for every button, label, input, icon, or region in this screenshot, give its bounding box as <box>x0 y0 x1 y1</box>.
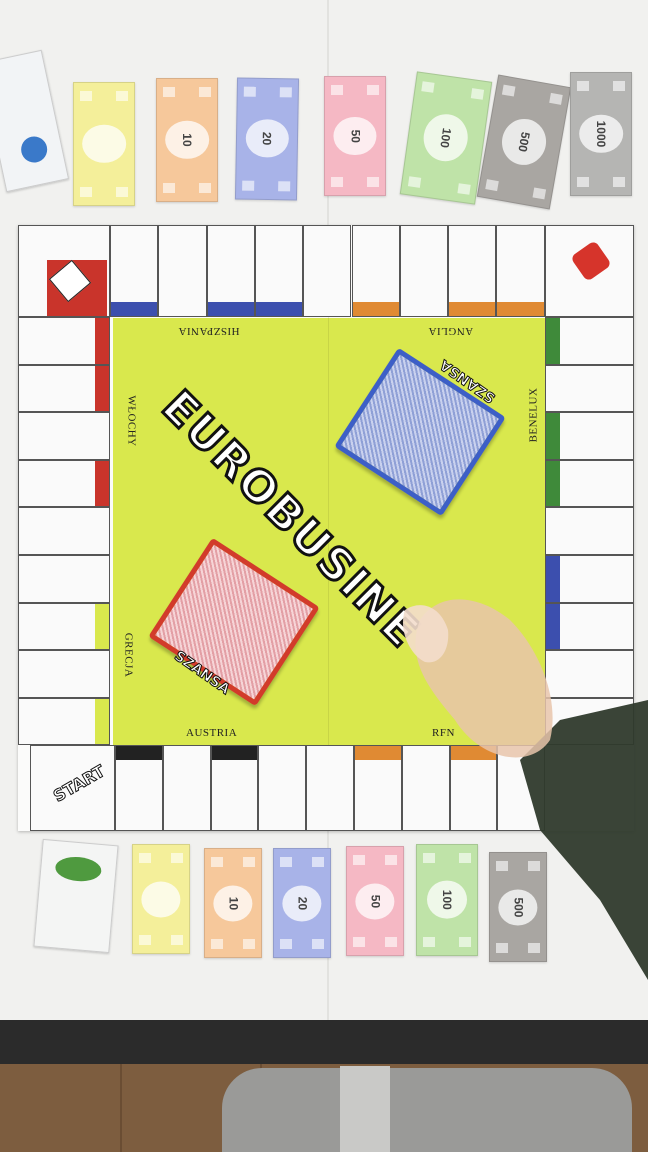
banknote-corner <box>199 87 211 97</box>
banknote-corner <box>385 855 397 865</box>
banknote-corner <box>459 937 471 947</box>
banknote-corner <box>312 857 324 867</box>
banknote[interactable]: 10 <box>204 848 262 958</box>
banknote-corner <box>496 861 508 871</box>
banknote-corner <box>549 92 563 105</box>
banknote-corner <box>243 939 255 949</box>
banknote-corner <box>353 937 365 947</box>
banknote-corner <box>171 853 183 863</box>
photo-scene: START ? ? ? ? ? ? P HISZPANIA ANGLIA WŁO… <box>0 0 648 1152</box>
banknote[interactable]: 100 <box>416 844 478 956</box>
banknote-corner <box>577 177 589 187</box>
banknote-corner <box>312 939 324 949</box>
banknote-value: 10 <box>165 120 209 160</box>
banknote[interactable]: 50 <box>346 846 404 956</box>
banknote-value: 100 <box>420 111 472 165</box>
banknote[interactable] <box>73 82 135 206</box>
banknote-value <box>82 124 126 164</box>
banknote-corner <box>80 187 92 197</box>
banknote-corner <box>280 939 292 949</box>
banknote[interactable]: 1000 <box>570 72 632 196</box>
banknote-corner <box>496 943 508 953</box>
banknote-value: 500 <box>498 889 538 925</box>
banknote-corner <box>331 177 343 187</box>
banknote-corner <box>423 853 435 863</box>
banknote-corner <box>139 935 151 945</box>
banknote-corner <box>485 179 499 192</box>
banknote-corner <box>613 177 625 187</box>
banknote-value: 50 <box>333 116 377 156</box>
banknote-corner <box>470 88 485 100</box>
banknote-corner <box>353 855 365 865</box>
banknote-corner <box>385 937 397 947</box>
banknote[interactable]: 20 <box>234 77 300 201</box>
banknote-corner <box>457 183 471 195</box>
banknote-corner <box>528 943 540 953</box>
banknote-corner <box>199 183 211 193</box>
banknote-corner <box>280 857 292 867</box>
banknote-corner <box>163 183 175 193</box>
banknote-corner <box>407 176 422 188</box>
banknote[interactable]: 20 <box>273 848 331 958</box>
banknote-corner <box>242 180 255 191</box>
banknote-corner <box>367 85 379 95</box>
banknote-value: 10 <box>213 885 253 921</box>
banknote-value: 500 <box>498 115 550 169</box>
banknote-corner <box>279 87 292 98</box>
banknote[interactable] <box>132 844 190 954</box>
banknote-corner <box>278 181 291 192</box>
banknote-corner <box>171 935 183 945</box>
banknote-value: 20 <box>245 119 289 159</box>
banknote-corner <box>243 86 256 97</box>
banknote-corner <box>211 939 223 949</box>
banknote[interactable]: 10 <box>156 78 218 202</box>
banknote-value: 20 <box>282 885 322 921</box>
banknote-corner <box>331 85 343 95</box>
banknote-value <box>141 881 181 917</box>
banknote-corner <box>613 81 625 91</box>
banknote-corner <box>163 87 175 97</box>
banknote-corner <box>459 853 471 863</box>
banknote-corner <box>421 81 435 93</box>
banknote-value: 50 <box>355 883 395 919</box>
banknote-value: 1000 <box>579 114 623 154</box>
banknote-corner <box>423 937 435 947</box>
banknote-corner <box>528 861 540 871</box>
banknote-corner <box>80 91 92 101</box>
banknote-corner <box>577 81 589 91</box>
banknote[interactable]: 50 <box>324 76 386 196</box>
banknote-corner <box>243 857 255 867</box>
banknote[interactable]: 500 <box>489 852 547 962</box>
banknote-value: 100 <box>427 880 467 920</box>
banknote-corner <box>139 853 151 863</box>
banknote-corner <box>116 91 128 101</box>
banknote-corner <box>116 187 128 197</box>
banknote-corner <box>211 857 223 867</box>
banknote-corner <box>501 84 516 97</box>
banknote-corner <box>532 187 547 200</box>
banknote-corner <box>367 177 379 187</box>
